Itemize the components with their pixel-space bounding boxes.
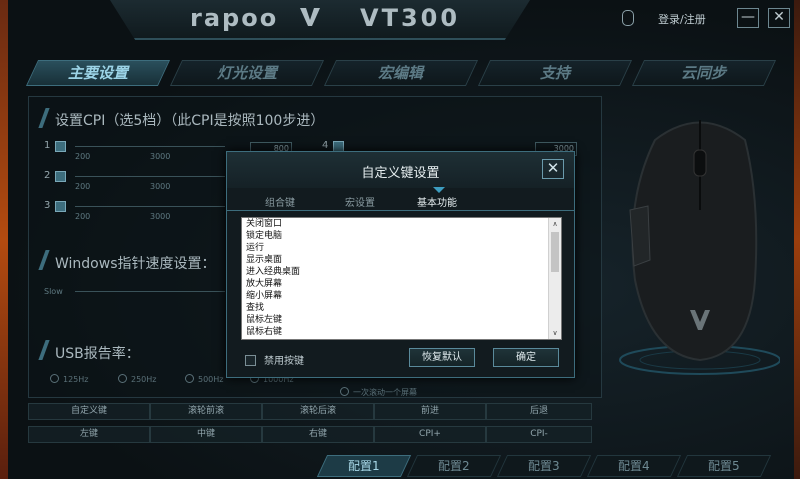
cpi-section-title: 设置CPI（选5档）（此CPI是按照100步进）	[55, 113, 325, 129]
mouse-icon	[622, 10, 634, 26]
active-tab-indicator	[433, 187, 445, 193]
wheel-back-button[interactable]: 滚轮后滚	[262, 403, 374, 420]
config-tab-3[interactable]: 配置3	[496, 455, 592, 477]
close-window-button[interactable]: ✕	[768, 8, 790, 28]
brand-v-icon	[300, 8, 320, 26]
header-bar	[110, 0, 530, 40]
list-item[interactable]: 显示桌面	[242, 254, 561, 266]
cpi-min-label: 200	[75, 152, 91, 161]
config-tab-4[interactable]: 配置4	[586, 455, 682, 477]
tab-macro[interactable]: 宏编辑	[323, 60, 479, 86]
function-list[interactable]: 关闭窗口 锁定电脑 运行 显示桌面 进入经典桌面 放大屏幕 缩小屏幕 查找 鼠标…	[241, 217, 562, 340]
list-item[interactable]: 锁定电脑	[242, 230, 561, 242]
tab-cloud-sync[interactable]: 云同步	[631, 60, 777, 86]
list-item[interactable]: 查找	[242, 302, 561, 314]
usb-rate-radio[interactable]: 125Hz	[50, 374, 88, 384]
custom-key-button[interactable]: 自定义键	[28, 403, 150, 420]
dialog-title: 自定义键设置	[361, 166, 440, 181]
brand-logo: rapoo	[190, 4, 279, 32]
cpi-minus-button[interactable]: CPI-	[486, 426, 592, 443]
cpi-slider[interactable]	[75, 176, 225, 177]
cpi-row-checkbox[interactable]	[55, 171, 66, 182]
pointer-slow-label: Slow	[44, 287, 63, 296]
wheel-forward-button[interactable]: 滚轮前滚	[150, 403, 262, 420]
list-item[interactable]: 缩小屏幕	[242, 290, 561, 302]
scroll-thumb[interactable]	[551, 232, 559, 272]
tab-lighting[interactable]: 灯光设置	[169, 60, 325, 86]
forward-button[interactable]: 前进	[374, 403, 486, 420]
left-edge-glow	[0, 0, 8, 479]
right-key-button[interactable]: 右键	[262, 426, 374, 443]
cpi-plus-button[interactable]: CPI+	[374, 426, 486, 443]
cpi-row-checkbox[interactable]	[55, 141, 66, 152]
usb-rate-radio[interactable]: 250Hz	[118, 374, 156, 384]
pointer-section-title: Windows指针速度设置：	[55, 256, 216, 272]
cpi-mid-label: 3000	[150, 152, 171, 161]
restore-default-button[interactable]: 恢复默认	[409, 348, 475, 367]
minimize-button[interactable]: —	[737, 8, 759, 28]
cpi-row-number: 1	[44, 140, 51, 151]
cpi-row-checkbox[interactable]	[55, 201, 66, 212]
cpi-slider[interactable]	[75, 206, 225, 207]
scroll-down-arrow-icon[interactable]: ∨	[549, 327, 561, 339]
tab-support[interactable]: 支持	[477, 60, 633, 86]
tab-main-settings[interactable]: 主要设置	[25, 60, 171, 86]
cpi-row-number: 3	[44, 200, 51, 211]
list-item[interactable]: 运行	[242, 242, 561, 254]
list-item[interactable]: 放大屏幕	[242, 278, 561, 290]
tab-macro-settings[interactable]: 宏设置	[345, 194, 375, 209]
disable-key-label: 禁用按键	[264, 356, 304, 367]
pointer-speed-slider[interactable]	[75, 291, 225, 292]
left-key-button[interactable]: 左键	[28, 426, 150, 443]
tab-combo-keys[interactable]: 组合键	[265, 194, 295, 209]
list-scrollbar[interactable]: ∧ ∨	[548, 218, 561, 339]
config-tab-5[interactable]: 配置5	[676, 455, 772, 477]
scroll-up-arrow-icon[interactable]: ∧	[549, 218, 561, 230]
list-item[interactable]: 进入经典桌面	[242, 266, 561, 278]
list-item[interactable]: 鼠标右键	[242, 326, 561, 338]
main-tabs: 主要设置 灯光设置 宏编辑 支持 云同步	[25, 60, 777, 86]
cpi-min-label: 200	[75, 182, 91, 191]
config-tab-2[interactable]: 配置2	[406, 455, 502, 477]
middle-key-button[interactable]: 中键	[150, 426, 262, 443]
app-window: rapoo VT300 登录/注册 — ✕ 主要设置 灯光设置 宏编辑 支持 云…	[0, 0, 800, 479]
model-name: VT300	[360, 4, 461, 32]
login-link[interactable]: 登录/注册	[658, 11, 706, 27]
cpi-row-number: 4	[322, 140, 329, 151]
cpi-row-number: 2	[44, 170, 51, 181]
list-item[interactable]: 关闭窗口	[242, 218, 561, 230]
cpi-mid-label: 3000	[150, 212, 171, 221]
cpi-min-label: 200	[75, 212, 91, 221]
dialog-close-button[interactable]: ✕	[542, 159, 564, 179]
right-edge-glow	[794, 0, 800, 479]
list-item[interactable]: 鼠标左键	[242, 314, 561, 326]
dialog-tabs: 组合键 宏设置 基本功能	[227, 187, 574, 211]
usb-section-title: USB报告率：	[55, 346, 140, 362]
cpi-slider[interactable]	[75, 146, 225, 147]
tab-basic-functions[interactable]: 基本功能	[417, 194, 457, 209]
scroll-screen-option[interactable]: 一次滚动一个屏幕	[340, 387, 417, 398]
disable-key-checkbox[interactable]	[245, 355, 256, 366]
usb-rate-radio[interactable]: 500Hz	[185, 374, 223, 384]
mouse-product-image	[619, 120, 780, 375]
config-tab-1[interactable]: 配置1	[316, 455, 412, 477]
cpi-mid-label: 3000	[150, 182, 171, 191]
custom-key-dialog: 自定义键设置 ✕ 组合键 宏设置 基本功能 关闭窗口 锁定电脑 运行 显示桌面 …	[226, 151, 575, 378]
confirm-button[interactable]: 确定	[493, 348, 559, 367]
back-button[interactable]: 后退	[486, 403, 592, 420]
